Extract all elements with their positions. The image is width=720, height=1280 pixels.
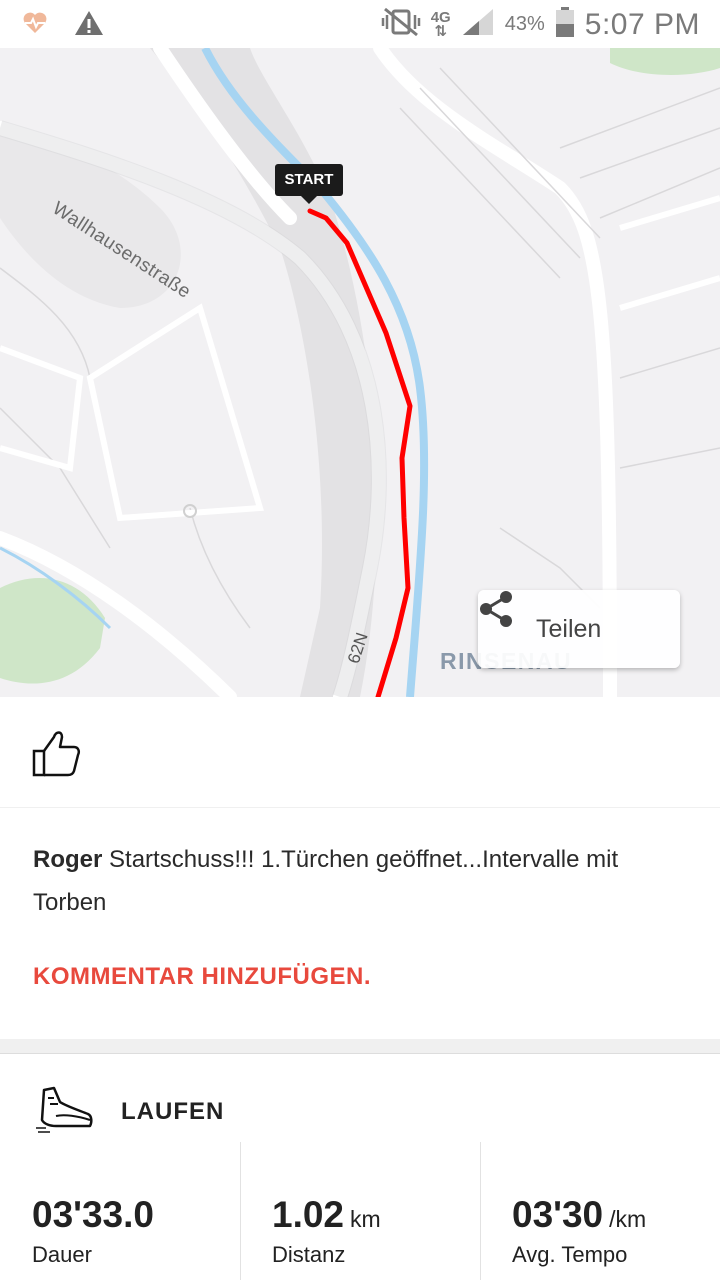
comment-section: Roger Startschuss!!! 1.Türchen geöffnet.… <box>0 807 720 1039</box>
clock: 5:07 PM <box>584 7 700 41</box>
activity-summary: LAUFEN 03'33.0 Dauer 1.02 km Distanz 03'3… <box>0 1053 720 1280</box>
vibrate-off-icon <box>381 7 421 42</box>
stat-distance: 1.02 km Distanz <box>240 1142 480 1280</box>
comment: Roger Startschuss!!! 1.Türchen geöffnet.… <box>33 838 693 924</box>
battery-percent: 43% <box>504 13 545 35</box>
section-divider <box>0 1039 720 1053</box>
status-bar: 4G ⇅ 43% 5:07 PM <box>0 0 720 48</box>
stat-divider <box>240 1142 241 1280</box>
thumbs-up-icon[interactable] <box>30 727 82 784</box>
like-row <box>0 697 720 807</box>
stat-duration: 03'33.0 Dauer <box>0 1142 240 1280</box>
network-indicator: 4G ⇅ <box>430 8 451 40</box>
stat-value: 1.02 <box>272 1194 345 1235</box>
stat-value: 03'30 <box>512 1194 604 1235</box>
stat-divider <box>480 1142 481 1280</box>
battery-icon <box>555 6 575 43</box>
stat-label: Dauer <box>32 1242 92 1267</box>
stat-label: Avg. Tempo <box>512 1242 628 1267</box>
network-type: 4G <box>430 8 451 26</box>
activity-type: LAUFEN <box>121 1098 225 1125</box>
add-comment-button[interactable]: KOMMENTAR HINZUFÜGEN. <box>33 963 371 991</box>
running-shoe-icon <box>34 1084 94 1141</box>
signal-icon <box>461 7 495 42</box>
route-map[interactable]: START Wallhausenstraße 62N RINSENAU Teil… <box>0 48 720 697</box>
start-marker: START <box>275 164 343 204</box>
stat-unit: /km <box>609 1206 647 1232</box>
warning-icon <box>74 10 104 41</box>
stat-unit: km <box>350 1206 381 1232</box>
comment-text: Startschuss!!! 1.Türchen geöffnet...Inte… <box>33 846 619 916</box>
share-button[interactable]: Teilen <box>478 590 680 668</box>
comment-user[interactable]: Roger <box>33 846 102 873</box>
stat-pace: 03'30/km Avg. Tempo <box>480 1142 720 1280</box>
stat-label: Distanz <box>272 1242 346 1267</box>
heart-monitor-icon <box>22 11 48 40</box>
share-label: Teilen <box>536 614 602 643</box>
stat-value: 03'33.0 <box>32 1194 154 1235</box>
